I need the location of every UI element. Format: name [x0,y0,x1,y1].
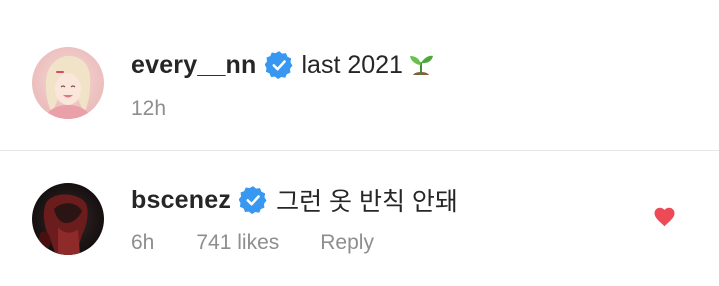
verified-badge-icon [264,51,293,79]
comment: bscenez 그런 옷 반칙 안돼 6h 741 likes Reply [0,151,719,286]
post-caption: every__nn last 2021 12h [0,0,719,150]
comment-text: 그런 옷 반칙 안돼 [276,188,458,216]
caption-username[interactable]: every__nn [131,51,257,80]
comment-line: bscenez 그런 옷 반칙 안돼 [131,181,458,219]
comment-likes-link[interactable]: 741 likes [196,231,279,255]
comment-meta: 6h 741 likes Reply [131,230,374,256]
caption-text: last 2021 [301,50,403,79]
verified-badge-icon [239,186,267,214]
comment-timestamp: 6h [131,231,155,254]
avatar[interactable] [32,47,104,119]
comment-username[interactable]: bscenez [131,186,231,215]
caption-timestamp: 12h [131,97,167,120]
reply-button[interactable]: Reply [320,231,374,255]
like-heart-icon[interactable] [652,205,677,227]
seedling-icon [405,49,437,81]
caption-meta: 12h [131,96,166,122]
caption-line: every__nn last 2021 [131,46,437,84]
avatar[interactable] [32,183,104,255]
